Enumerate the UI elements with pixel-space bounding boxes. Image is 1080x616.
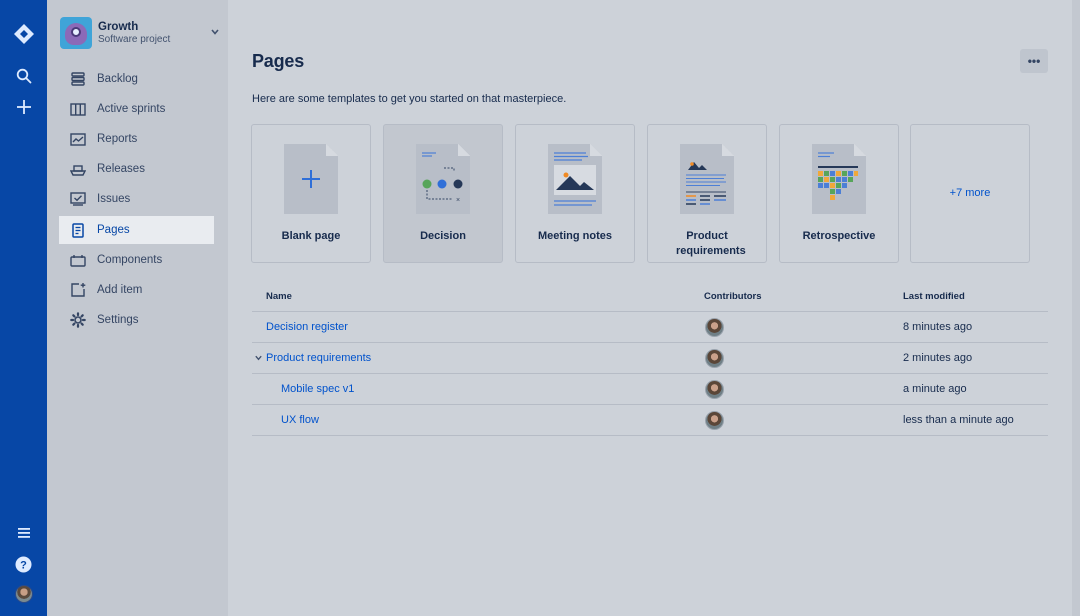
meeting-notes-icon — [548, 144, 602, 214]
sidebar-item-reports[interactable]: Reports — [59, 125, 214, 153]
last-modified: 2 minutes ago — [903, 352, 973, 364]
column-header-last-modified[interactable]: Last modified — [903, 291, 965, 302]
last-modified: less than a minute ago — [903, 414, 1014, 426]
sidebar-item-label: Backlog — [97, 73, 138, 85]
page-link[interactable]: UX flow — [281, 414, 319, 426]
expand-chevron-icon[interactable] — [255, 353, 262, 363]
table-row: UX flow less than a minute ago — [252, 405, 1048, 436]
issues-icon — [59, 192, 97, 206]
page-link[interactable]: Product requirements — [266, 352, 371, 364]
template-blank-page[interactable]: Blank page — [251, 124, 371, 263]
sidebar-item-label: Add item — [97, 284, 143, 296]
project-type: Software project — [98, 34, 171, 45]
sidebar-item-label: Reports — [97, 133, 138, 145]
table-row: Decision register 8 minutes ago — [252, 312, 1048, 343]
decision-icon: × — [416, 144, 470, 214]
component-icon — [59, 254, 97, 267]
more-templates-link[interactable]: +7 more — [911, 187, 1029, 199]
more-templates-button[interactable]: +7 more — [910, 124, 1030, 263]
add-item-icon — [59, 282, 97, 298]
last-modified: a minute ago — [903, 383, 967, 395]
template-label: Decision — [420, 230, 466, 242]
chevron-down-icon[interactable] — [211, 27, 219, 38]
project-switcher[interactable]: Growth Software project — [60, 17, 219, 51]
column-header-contributors: Contributors — [704, 291, 762, 302]
sidebar-item-label: Active sprints — [97, 103, 166, 115]
contributor-avatar[interactable] — [705, 349, 724, 368]
sidebar-item-label: Issues — [97, 193, 131, 205]
template-label: Blank page — [281, 230, 341, 242]
template-product-requirements[interactable]: Product requirements — [647, 124, 767, 263]
project-avatar — [60, 17, 92, 49]
sidebar-item-label: Components — [97, 254, 163, 266]
project-sidebar: Growth Software project Backlog Active s… — [47, 0, 228, 616]
sidebar-item-label: Releases — [97, 163, 145, 175]
retrospective-icon — [812, 144, 866, 214]
gear-icon — [59, 312, 97, 328]
help-icon[interactable]: ? — [0, 553, 47, 575]
template-retrospective[interactable]: Retrospective — [779, 124, 899, 263]
template-decision[interactable]: × Decision — [383, 124, 503, 263]
sidebar-item-issues[interactable]: Issues — [59, 185, 214, 213]
app-menu-icon[interactable] — [0, 523, 47, 543]
last-modified: 8 minutes ago — [903, 321, 973, 333]
project-name: Growth — [98, 21, 139, 33]
user-avatar[interactable] — [0, 584, 47, 604]
svg-text:×: × — [456, 197, 460, 204]
sidebar-item-settings[interactable]: Settings — [59, 306, 214, 334]
table-row: Product requirements 2 minutes ago — [252, 343, 1048, 374]
blank-page-icon — [284, 144, 338, 214]
sidebar-item-label: Pages — [97, 224, 130, 236]
svg-text:?: ? — [20, 559, 27, 571]
template-label: Product requirements — [676, 230, 746, 257]
sidebar-item-active-sprints[interactable]: Active sprints — [59, 95, 214, 123]
chart-icon — [59, 132, 97, 146]
sidebar-item-add-item[interactable]: Add item — [59, 276, 214, 304]
window-edge — [1072, 0, 1080, 616]
contributor-avatar[interactable] — [705, 318, 724, 337]
sidebar-item-pages[interactable]: Pages — [59, 216, 214, 244]
column-header-name[interactable]: Name — [266, 291, 292, 302]
ship-icon — [59, 163, 97, 176]
more-actions-button[interactable]: ••• — [1020, 49, 1048, 73]
main-content: Pages ••• Here are some templates to get… — [228, 0, 1072, 616]
sidebar-item-releases[interactable]: Releases — [59, 155, 214, 183]
backlog-icon — [59, 72, 97, 86]
table-row: Mobile spec v1 a minute ago — [252, 374, 1048, 405]
board-icon — [59, 102, 97, 116]
page-subtitle: Here are some templates to get you start… — [252, 93, 567, 105]
template-meeting-notes[interactable]: Meeting notes — [515, 124, 635, 263]
sidebar-item-label: Settings — [97, 314, 139, 326]
search-icon[interactable] — [0, 64, 47, 88]
contributor-avatar[interactable] — [705, 411, 724, 430]
global-navigation: ? — [0, 0, 47, 616]
jira-logo-icon[interactable] — [0, 20, 47, 48]
product-requirements-icon — [680, 144, 734, 214]
template-label: Meeting notes — [538, 230, 612, 242]
sidebar-item-backlog[interactable]: Backlog — [59, 65, 214, 93]
table-divider — [252, 435, 1048, 436]
template-label: Retrospective — [802, 230, 876, 242]
page-title: Pages — [252, 51, 305, 71]
create-plus-icon[interactable] — [0, 95, 47, 119]
contributor-avatar[interactable] — [705, 380, 724, 399]
page-link[interactable]: Mobile spec v1 — [281, 383, 354, 395]
sidebar-item-components[interactable]: Components — [59, 246, 214, 274]
page-icon — [59, 222, 97, 238]
page-link[interactable]: Decision register — [266, 321, 348, 333]
